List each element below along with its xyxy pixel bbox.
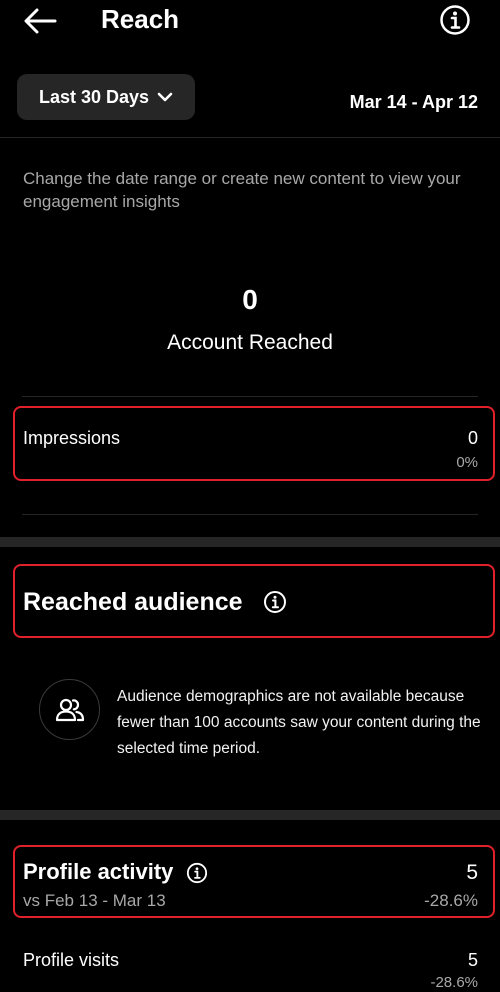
hint-text: Change the date range or create new cont…	[23, 169, 461, 211]
profile-visits-value: 5	[467, 950, 478, 970]
back-button[interactable]	[20, 4, 60, 38]
divider	[0, 137, 500, 138]
impressions-label: Impressions	[23, 428, 121, 448]
arrow-left-icon	[24, 8, 57, 34]
date-range-selector-label: Last 30 Days	[39, 86, 150, 107]
reached-audience-title: Reached audience	[23, 588, 243, 616]
info-icon	[186, 862, 208, 884]
people-icon	[55, 698, 84, 721]
profile-activity-value: 5	[466, 861, 478, 884]
profile-activity-change: -28.6%	[424, 891, 478, 910]
date-range-selector[interactable]: Last 30 Days	[17, 74, 195, 120]
date-range-text: Mar 14 - Apr 12	[349, 92, 478, 112]
impressions-percent: 0%	[456, 454, 478, 471]
profile-activity-title: Profile activity	[23, 859, 174, 884]
profile-visits-label: Profile visits	[23, 950, 120, 970]
section-separator	[0, 810, 500, 820]
info-button[interactable]	[438, 3, 472, 37]
profile-activity-compare-range: vs Feb 13 - Mar 13	[23, 891, 166, 910]
page-title: Reach	[101, 4, 180, 34]
divider	[22, 514, 478, 515]
impressions-value: 0	[467, 428, 478, 448]
info-icon	[264, 591, 286, 613]
info-icon	[440, 5, 470, 35]
divider	[22, 396, 478, 397]
section-separator	[0, 537, 500, 547]
accounts-reached-label: Account Reached	[167, 331, 333, 354]
chevron-down-icon	[157, 91, 173, 103]
reached-audience-info-button[interactable]	[262, 589, 288, 615]
profile-activity-info-button[interactable]	[185, 861, 209, 885]
accounts-reached-count: 0	[242, 284, 258, 315]
profile-visits-change: -28.6%	[430, 974, 478, 991]
people-icon-container	[39, 679, 100, 740]
audience-unavailable-message: Audience demographics are not available …	[117, 688, 481, 757]
